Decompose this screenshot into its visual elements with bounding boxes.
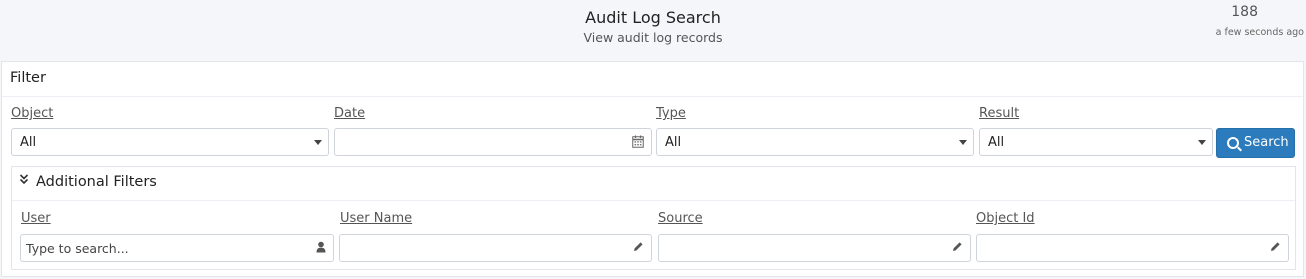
result-select-value: All — [988, 135, 1005, 150]
page-subtitle: View audit log records — [583, 30, 723, 45]
date-field[interactable] — [334, 128, 652, 156]
additional-filters-title: Additional Filters — [36, 174, 157, 190]
user-name-input[interactable] — [340, 235, 651, 261]
type-select-value: All — [665, 135, 682, 150]
chevron-double-down-icon — [19, 173, 29, 189]
filter-panel-header: Filter — [2, 62, 1303, 97]
user-search-input[interactable] — [21, 235, 333, 261]
source-label: Source — [658, 211, 703, 226]
result-label: Result — [979, 106, 1020, 121]
object-id-field[interactable] — [976, 234, 1289, 262]
user-label: User — [21, 211, 51, 226]
user-icon — [316, 241, 326, 256]
additional-filters-toggle[interactable]: Additional Filters — [12, 167, 1295, 201]
additional-filters-panel: Additional Filters User User Name — [11, 166, 1296, 270]
pencil-icon — [1270, 241, 1281, 255]
calendar-icon[interactable] — [632, 135, 644, 151]
caret-down-icon — [959, 140, 967, 145]
object-id-label: Object Id — [976, 211, 1035, 226]
type-select[interactable]: All — [656, 128, 974, 156]
user-name-label: User Name — [340, 211, 413, 226]
date-label: Date — [334, 106, 366, 121]
search-icon — [1227, 137, 1239, 149]
last-updated: a few seconds ago — [1215, 27, 1304, 38]
object-select-value: All — [20, 135, 37, 150]
source-field[interactable] — [658, 234, 971, 262]
user-field[interactable] — [20, 234, 334, 262]
search-button-label: Search — [1244, 135, 1289, 150]
result-select[interactable]: All — [979, 128, 1213, 156]
filter-panel-title: Filter — [10, 70, 46, 86]
date-input[interactable] — [335, 129, 651, 155]
type-label: Type — [656, 106, 686, 121]
object-select[interactable]: All — [11, 128, 329, 156]
page-title: Audit Log Search — [585, 8, 721, 27]
pencil-icon — [952, 241, 963, 255]
user-name-field[interactable] — [339, 234, 652, 262]
source-input[interactable] — [659, 235, 970, 261]
caret-down-icon — [314, 140, 322, 145]
filter-panel: Filter Object All Date Type All Result A… — [1, 61, 1304, 277]
pencil-icon — [633, 241, 644, 255]
page-header: Audit Log Search View audit log records … — [0, 0, 1306, 58]
caret-down-icon — [1198, 140, 1206, 145]
search-button[interactable]: Search — [1216, 128, 1295, 158]
object-id-input[interactable] — [977, 235, 1288, 261]
record-count: 188 — [1231, 4, 1258, 20]
object-label: Object — [11, 106, 54, 121]
